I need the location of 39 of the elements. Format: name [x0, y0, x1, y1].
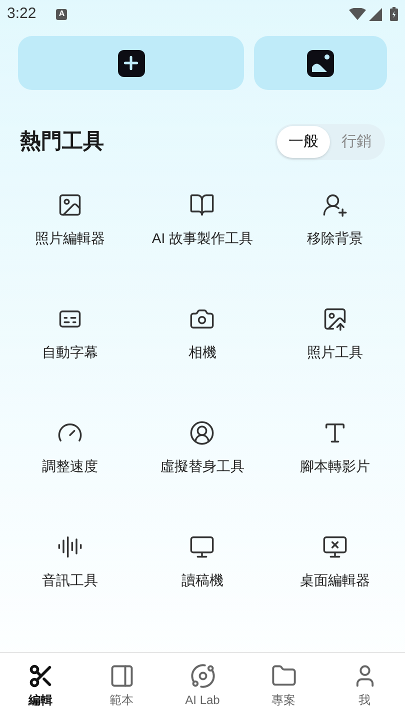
tool-item[interactable]: 照片編輯器: [4, 190, 136, 304]
image-icon: [57, 192, 84, 218]
section-title: 熱門工具: [20, 129, 104, 156]
image-icon: [322, 306, 348, 332]
tool-item[interactable]: 腳本轉影片: [268, 418, 401, 532]
tool-item[interactable]: 調整速度: [4, 418, 136, 532]
plus-icon: [118, 50, 144, 76]
nav-tab[interactable]: 我: [324, 653, 405, 720]
tool-item[interactable]: AI 故事製作工具: [136, 190, 269, 304]
person-icon: [189, 420, 216, 446]
battery-icon: [390, 7, 398, 21]
tool-item[interactable]: 虛擬替身工具: [136, 418, 269, 532]
tool-item[interactable]: 讀稿機: [136, 532, 269, 646]
tool-item[interactable]: 自動字幕: [4, 304, 136, 418]
audio-icon: [57, 534, 84, 560]
nav-tab[interactable]: 專案: [243, 653, 324, 720]
monitor-icon: [322, 534, 348, 560]
tool-item[interactable]: 照片工具: [268, 304, 401, 418]
tool-item[interactable]: 桌面編輯器: [268, 532, 401, 646]
gallery-button[interactable]: [254, 36, 387, 90]
scissors-icon: [28, 663, 54, 689]
tool-item[interactable]: 相機: [136, 304, 269, 418]
nav-tab[interactable]: 範本: [81, 653, 162, 720]
panel-icon: [108, 663, 134, 689]
segment-tab[interactable]: 一般: [277, 126, 330, 158]
person-icon: [322, 192, 348, 218]
status-time: 3:22: [7, 4, 36, 24]
notification-icon: A: [56, 8, 68, 20]
nav-tab[interactable]: 編輯: [0, 653, 81, 720]
book-icon: [189, 192, 216, 218]
orbit-icon: [190, 663, 216, 689]
nav-tab[interactable]: AI Lab: [162, 653, 243, 720]
wifi-icon: [349, 8, 366, 20]
tool-item[interactable]: 音訊工具: [4, 532, 136, 646]
create-button[interactable]: [18, 36, 244, 90]
image-icon: [307, 50, 334, 76]
signal-icon: [369, 8, 382, 20]
monitor-icon: [189, 534, 216, 560]
tool-item[interactable]: 移除背景: [268, 190, 401, 304]
